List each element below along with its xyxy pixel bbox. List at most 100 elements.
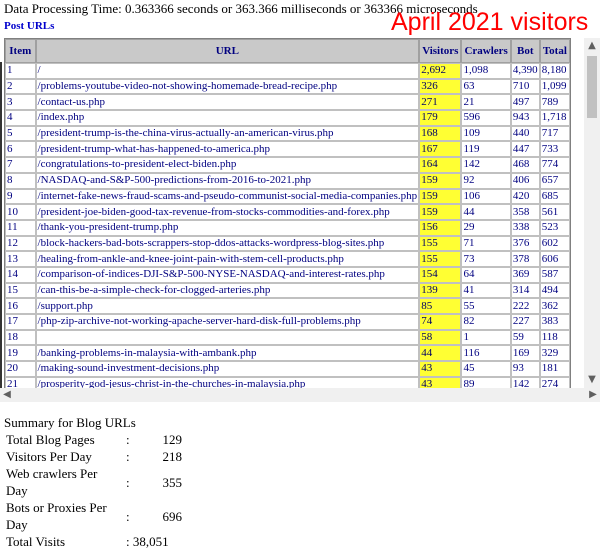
cell-bot: 142 — [510, 376, 540, 388]
cell-url[interactable]: /problems-youtube-video-not-showing-home… — [35, 78, 420, 95]
cell-crawlers: 596 — [461, 110, 511, 126]
cell-url[interactable]: / — [35, 63, 420, 79]
table-row: 2/problems-youtube-video-not-showing-hom… — [5, 78, 570, 95]
column-header-item[interactable]: Item — [5, 39, 36, 63]
cell-item: 21 — [5, 376, 36, 388]
summary-value: 355 — [162, 474, 183, 490]
cell-item: 4 — [5, 110, 36, 126]
cell-total: 657 — [539, 172, 570, 189]
url-table: Item URL Visitors Crawlers Bot Total 1/2… — [4, 38, 571, 388]
left-edge-divider — [0, 62, 2, 392]
cell-crawlers: 55 — [461, 298, 511, 314]
table-row: 17/php-zip-archive-not-working-apache-se… — [5, 314, 570, 330]
summary-row: Total Visits : 38,051 — [4, 533, 184, 550]
table-row: 9/internet-fake-news-fraud-scams-and-pse… — [5, 188, 570, 205]
cell-item: 17 — [5, 314, 36, 330]
url-table-viewport[interactable]: Item URL Visitors Crawlers Bot Total 1/2… — [4, 38, 584, 388]
cell-crawlers: 63 — [461, 78, 511, 95]
cell-visitors: 58 — [419, 329, 462, 346]
cell-url[interactable]: /internet-fake-news-fraud-scams-and-pseu… — [35, 188, 420, 205]
blog-summary: Summary for Blog URLs Total Blog Pages :… — [4, 414, 184, 550]
scroll-left-icon[interactable]: ◀ — [0, 388, 14, 402]
column-header-url[interactable]: URL — [35, 39, 420, 63]
cell-bot: 376 — [510, 235, 540, 252]
cell-url[interactable]: /banking-problems-in-malaysia-with-amban… — [35, 345, 420, 362]
cell-url[interactable]: /congratulations-to-president-elect-bide… — [35, 157, 420, 173]
horizontal-scrollbar[interactable]: ◀ ▶ — [0, 388, 600, 402]
cell-crawlers: 92 — [461, 172, 511, 189]
vertical-scroll-thumb[interactable] — [587, 56, 597, 118]
cell-bot: 93 — [510, 361, 540, 377]
cell-url[interactable]: /support.php — [35, 298, 420, 314]
cell-url[interactable] — [35, 329, 420, 346]
column-header-crawlers[interactable]: Crawlers — [461, 39, 511, 63]
vertical-scrollbar[interactable]: ▲ ▼ — [584, 38, 600, 388]
cell-crawlers: 82 — [461, 314, 511, 330]
cell-total: 685 — [539, 188, 570, 205]
cell-crawlers: 142 — [461, 157, 511, 173]
cell-bot: 710 — [510, 78, 540, 95]
table-row: 15/can-this-be-a-simple-check-for-clogge… — [5, 282, 570, 299]
cell-total: 118 — [539, 329, 570, 346]
cell-total: 606 — [539, 251, 570, 267]
column-header-bot[interactable]: Bot — [510, 39, 540, 63]
scroll-up-icon[interactable]: ▲ — [584, 38, 600, 54]
cell-total: 383 — [539, 314, 570, 330]
cell-total: 362 — [539, 298, 570, 314]
cell-visitors: 159 — [419, 188, 462, 205]
cell-bot: 497 — [510, 94, 540, 111]
column-header-visitors[interactable]: Visitors — [419, 39, 462, 63]
cell-url[interactable]: /block-hackers-bad-bots-scrappers-stop-d… — [35, 235, 420, 252]
cell-bot: 227 — [510, 314, 540, 330]
cell-item: 5 — [5, 125, 36, 142]
cell-bot: 169 — [510, 345, 540, 362]
cell-crawlers: 109 — [461, 125, 511, 142]
summary-row: Bots or Proxies Per Day : 696 — [4, 499, 184, 533]
summary-label: Web crawlers Per Day — [6, 466, 98, 498]
cell-item: 10 — [5, 204, 36, 220]
cell-url[interactable]: /president-trump-what-has-happened-to-am… — [35, 141, 420, 158]
table-header-row: Item URL Visitors Crawlers Bot Total — [5, 39, 570, 63]
cell-bot: 358 — [510, 204, 540, 220]
cell-url[interactable]: /president-joe-biden-good-tax-revenue-fr… — [35, 204, 420, 220]
cell-total: 733 — [539, 141, 570, 158]
cell-url[interactable]: /prosperity-god-jesus-christ-in-the-chur… — [35, 376, 420, 388]
table-row: 19/banking-problems-in-malaysia-with-amb… — [5, 345, 570, 362]
scroll-down-icon[interactable]: ▼ — [584, 372, 600, 388]
cell-url[interactable]: /making-sound-investment-decisions.php — [35, 361, 420, 377]
cell-url[interactable]: /NASDAQ-and-S&P-500-predictions-from-201… — [35, 172, 420, 189]
cell-item: 13 — [5, 251, 36, 267]
cell-url[interactable]: /comparison-of-indices-DJI-S&P-500-NYSE-… — [35, 266, 420, 283]
cell-visitors: 139 — [419, 282, 462, 299]
table-row: 21/prosperity-god-jesus-christ-in-the-ch… — [5, 376, 570, 388]
cell-url[interactable]: /thank-you-president-trump.php — [35, 219, 420, 236]
cell-total: 717 — [539, 125, 570, 142]
cell-crawlers: 45 — [461, 361, 511, 377]
cell-total: 602 — [539, 235, 570, 252]
cell-total: 329 — [539, 345, 570, 362]
cell-total: 1,718 — [539, 110, 570, 126]
cell-item: 20 — [5, 361, 36, 377]
summary-separator: : — [126, 432, 130, 447]
cell-crawlers: 21 — [461, 94, 511, 111]
column-header-total[interactable]: Total — [539, 39, 570, 63]
cell-url[interactable]: /healing-from-ankle-and-knee-joint-pain-… — [35, 251, 420, 267]
scroll-right-icon[interactable]: ▶ — [586, 388, 600, 402]
cell-url[interactable]: /index.php — [35, 110, 420, 126]
cell-url[interactable]: /php-zip-archive-not-working-apache-serv… — [35, 314, 420, 330]
cell-visitors: 43 — [419, 361, 462, 377]
cell-visitors: 155 — [419, 251, 462, 267]
table-row: 5/president-trump-is-the-china-virus-act… — [5, 125, 570, 142]
cell-total: 523 — [539, 219, 570, 236]
cell-url[interactable]: /contact-us.php — [35, 94, 420, 111]
cell-bot: 4,390 — [510, 63, 540, 79]
cell-url[interactable]: /president-trump-is-the-china-virus-actu… — [35, 125, 420, 142]
summary-label: Total Visits — [6, 534, 66, 549]
cell-url[interactable]: /can-this-be-a-simple-check-for-clogged-… — [35, 282, 420, 299]
summary-row: Visitors Per Day : 218 — [4, 448, 184, 465]
cell-visitors: 326 — [419, 78, 462, 95]
cell-item: 7 — [5, 157, 36, 173]
cell-bot: 314 — [510, 282, 540, 299]
post-urls-link[interactable]: Post URLs — [4, 20, 54, 32]
cell-visitors: 179 — [419, 110, 462, 126]
